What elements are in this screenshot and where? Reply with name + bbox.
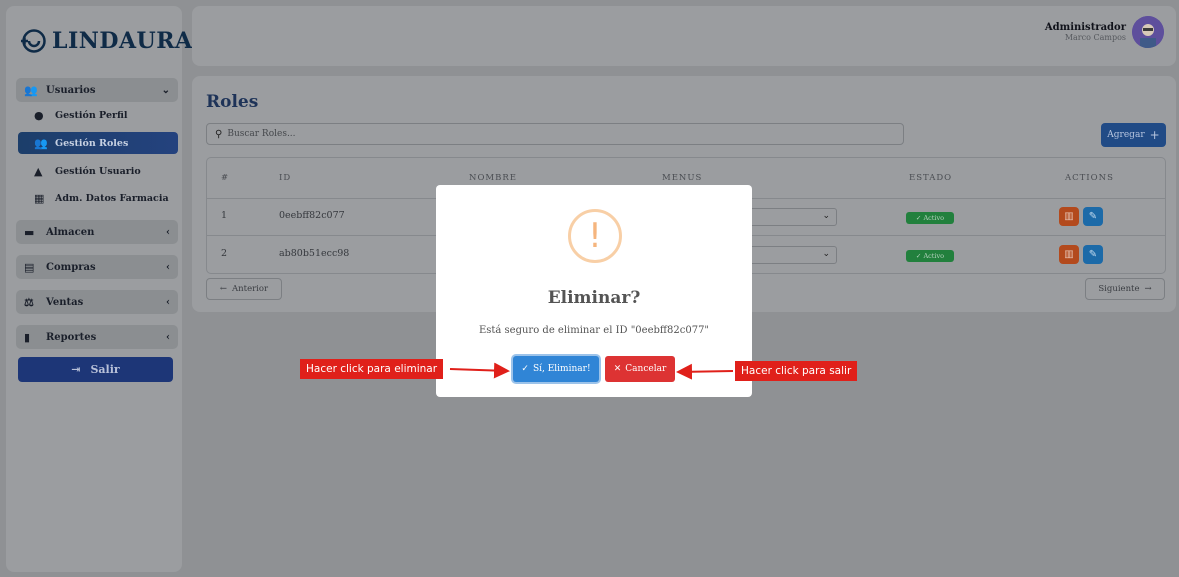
edit-button[interactable]: ✎ <box>1083 207 1103 226</box>
user-menu[interactable]: Administrador Marco Campos <box>1045 16 1164 48</box>
status-label: Activo <box>923 252 945 260</box>
menu-group-almacen[interactable]: ▬ Almacen ‹ <box>16 220 178 244</box>
user-role: Administrador <box>1044 22 1126 33</box>
users-group-icon: 👥 <box>34 136 48 150</box>
cell-num: 2 <box>221 248 228 259</box>
cancel-button[interactable]: ✕ Cancelar <box>605 356 675 382</box>
column-header-actions: ACTIONS <box>1065 173 1114 183</box>
file-icon: ▮ <box>24 330 31 344</box>
logout-button[interactable]: ⇥ Salir <box>18 357 173 382</box>
menus-select[interactable]: ⌄ <box>737 208 837 226</box>
dialog-message: Está seguro de eliminar el ID "0eebff82c… <box>478 325 710 336</box>
menu-group-usuarios[interactable]: 👥 Usuarios ⌄ <box>16 78 178 102</box>
menu-group-label: Usuarios <box>46 84 96 96</box>
chevron-left-icon: ‹ <box>166 331 170 343</box>
column-header-estado: ESTADO <box>909 173 953 183</box>
callout-exit: Hacer click para salir <box>735 361 858 381</box>
users-icon: 👥 <box>24 83 38 97</box>
balance-icon: ⚖ <box>24 295 34 309</box>
menu-group-ventas[interactable]: ⚖ Ventas ‹ <box>16 290 178 314</box>
status-label: Activo <box>923 214 945 222</box>
edit-icon: ✎ <box>1088 211 1098 222</box>
column-header-menus: MENUS <box>662 173 703 183</box>
warning-icon: ! <box>568 209 622 263</box>
dialog-title: Eliminar? <box>547 288 641 308</box>
check-icon: ✓ <box>521 364 529 374</box>
user-name: Marco Campos <box>1064 33 1126 42</box>
sidebar-item-label: Adm. Datos Farmacia <box>55 192 169 204</box>
brand-name: LINDAURA <box>52 28 193 54</box>
chevron-left-icon: ‹ <box>166 296 170 308</box>
sidebar-item-gestion-usuario[interactable]: ▲ Gestión Usuario <box>28 160 178 182</box>
chevron-down-icon: ⌄ <box>822 211 830 221</box>
logout-label: Salir <box>90 363 120 376</box>
sidebar-item-label: Gestión Usuario <box>55 165 141 177</box>
sidebar: LINDAURA 👥 Usuarios ⌄ ● Gestión Perfil 👥… <box>6 6 192 572</box>
cell-num: 1 <box>221 210 228 221</box>
sidebar-item-adm-datos-farmacia[interactable]: ▦ Adm. Datos Farmacia <box>28 187 178 209</box>
menu-group-label: Compras <box>46 261 96 273</box>
chevron-left-icon: ‹ <box>166 226 170 238</box>
column-header-id: ID <box>279 173 292 183</box>
confirm-label: Sí, Eliminar! <box>532 364 591 374</box>
confirm-delete-button[interactable]: ✓ Sí, Eliminar! <box>513 356 599 382</box>
search-placeholder: Buscar Roles... <box>227 129 296 139</box>
page-title: Roles <box>206 92 259 112</box>
cell-id: 0eebff82c077 <box>279 210 345 221</box>
search-icon: ⚲ <box>215 128 223 140</box>
avatar-icon <box>1132 16 1164 48</box>
menu-group-reportes[interactable]: ▮ Reportes ‹ <box>16 325 178 349</box>
next-label: Siguiente <box>1098 284 1140 294</box>
menu-group-compras[interactable]: ▤ Compras ‹ <box>16 255 178 279</box>
menus-select[interactable]: ⌄ <box>737 246 837 264</box>
chevron-down-icon: ⌄ <box>161 84 170 96</box>
column-header-num: # <box>221 173 230 183</box>
status-badge: ✓ Activo <box>906 212 954 224</box>
user-info: Administrador Marco Campos <box>1045 22 1126 42</box>
menu-group-label: Reportes <box>46 331 97 343</box>
add-role-button[interactable]: Agregar + <box>1101 123 1166 147</box>
cell-id: ab80b51ecc98 <box>279 248 350 259</box>
user-secret-icon: ▲ <box>34 164 43 178</box>
chevron-left-icon: ‹ <box>166 261 170 273</box>
confirm-delete-dialog: ! Eliminar? Está seguro de eliminar el I… <box>436 185 752 397</box>
edit-icon: ✎ <box>1088 249 1098 260</box>
user-circle-icon: ● <box>34 108 44 122</box>
sign-out-icon: ⇥ <box>71 363 81 376</box>
sidebar-item-gestion-perfil[interactable]: ● Gestión Perfil <box>28 104 178 126</box>
close-icon: ✕ <box>613 364 622 374</box>
add-label: Agregar <box>1107 130 1145 140</box>
search-input[interactable]: ⚲ Buscar Roles... <box>206 123 904 145</box>
logo-icon <box>21 29 46 53</box>
delete-button[interactable]: ▥ <box>1059 245 1079 264</box>
cancel-label: Cancelar <box>625 364 667 374</box>
next-page-button[interactable]: Siguiente → <box>1085 278 1165 300</box>
warehouse-icon: ▬ <box>24 225 35 239</box>
edit-button[interactable]: ✎ <box>1083 245 1103 264</box>
arrow-left-icon: ← <box>219 284 228 294</box>
menu-group-label: Almacen <box>46 226 95 238</box>
boxes-icon: ▤ <box>24 260 35 274</box>
previous-page-button[interactable]: ← Anterior <box>206 278 282 300</box>
delete-button[interactable]: ▥ <box>1059 207 1079 226</box>
callout-delete: Hacer click para eliminar <box>300 359 444 379</box>
sidebar-item-gestion-roles[interactable]: 👥 Gestión Roles <box>18 132 178 154</box>
status-badge: ✓ Activo <box>906 250 954 262</box>
sidebar-item-label: Gestión Perfil <box>55 109 128 121</box>
trash-icon: ▥ <box>1064 211 1074 222</box>
arrow-right-icon: → <box>1144 284 1152 294</box>
plus-icon: + <box>1149 128 1160 142</box>
previous-label: Anterior <box>232 284 269 294</box>
brand-logo[interactable]: LINDAURA <box>20 28 193 54</box>
building-icon: ▦ <box>34 191 45 205</box>
sidebar-item-label: Gestión Roles <box>55 137 129 149</box>
chevron-down-icon: ⌄ <box>822 249 830 259</box>
top-bar: Administrador Marco Campos <box>192 6 1176 66</box>
menu-group-label: Ventas <box>46 296 84 308</box>
trash-icon: ▥ <box>1064 249 1074 260</box>
avatar[interactable] <box>1132 16 1164 48</box>
column-header-nombre: NOMBRE <box>469 173 517 183</box>
